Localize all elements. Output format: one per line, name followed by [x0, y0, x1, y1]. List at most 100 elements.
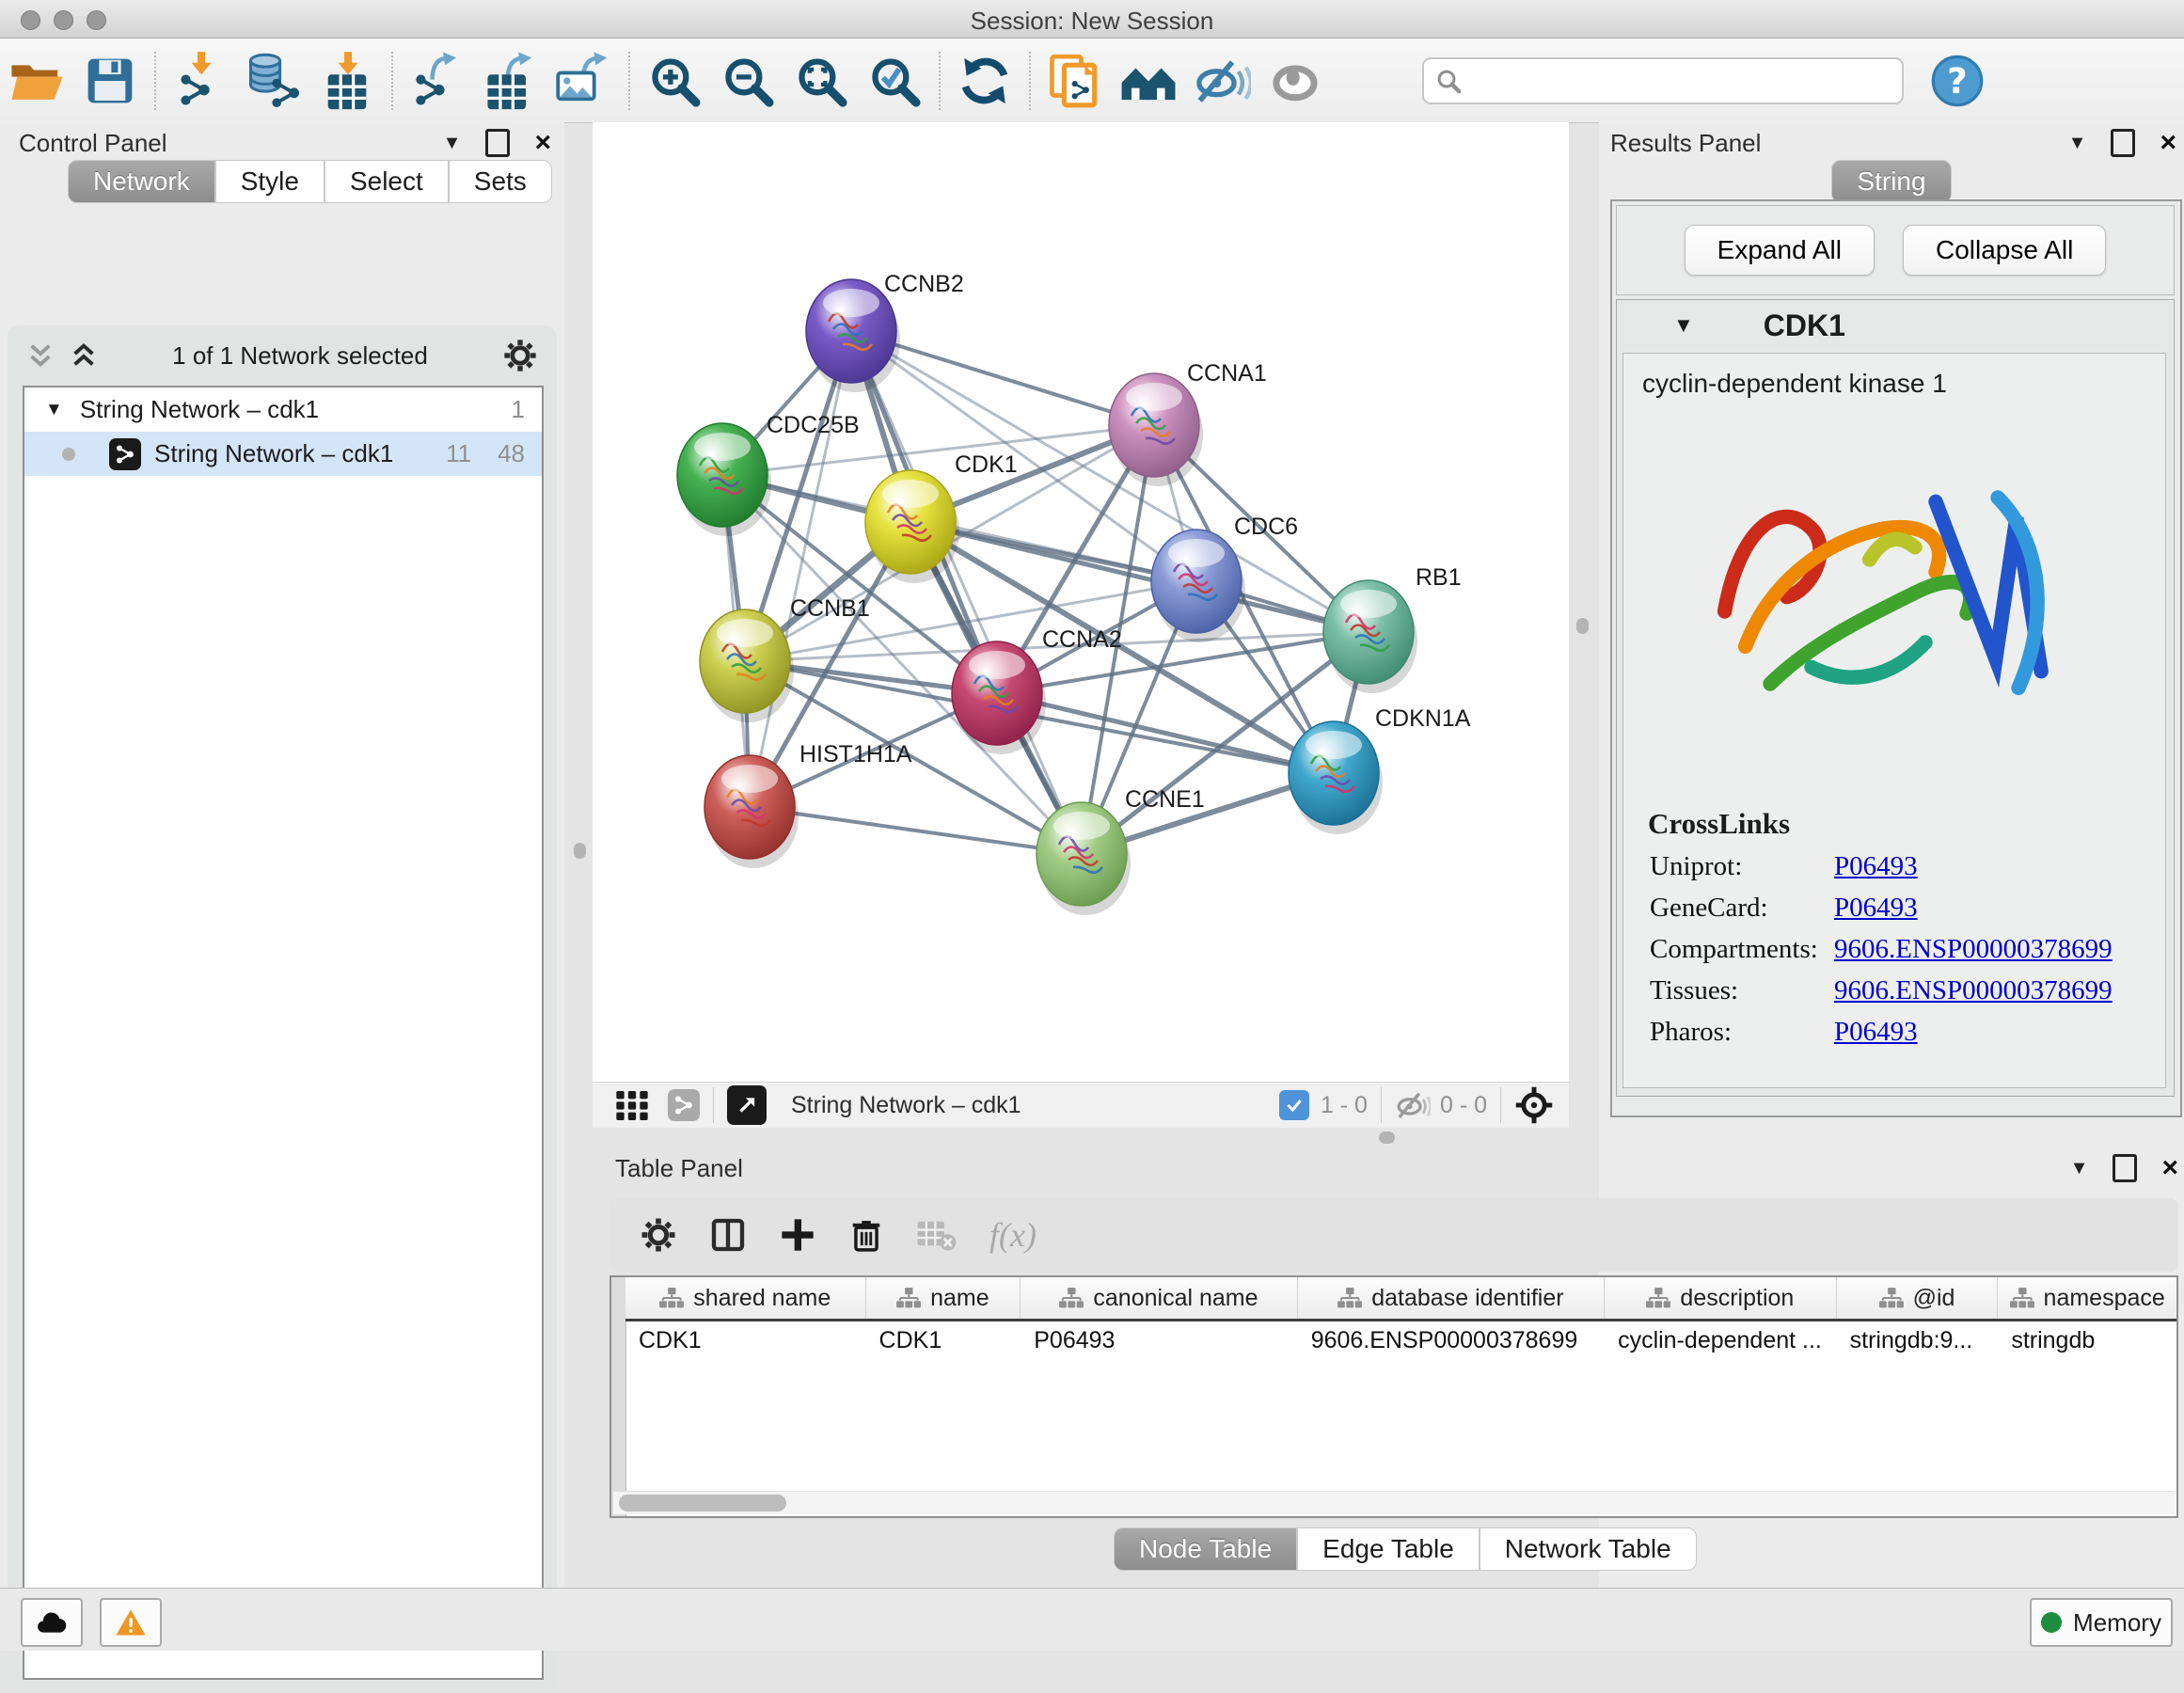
import-table-file-button[interactable] [310, 46, 384, 116]
search-input[interactable] [1422, 57, 1904, 104]
table-panel-collapse-icon[interactable]: ▼ [2070, 1158, 2089, 1179]
crosslink-row: GeneCard: P06493 [1650, 893, 2165, 924]
warning-status-button[interactable] [100, 1598, 162, 1647]
birdseye-crosshair-icon[interactable] [1514, 1085, 1554, 1125]
tab-network-table[interactable]: Network Table [1480, 1527, 1697, 1571]
grid-view-icon[interactable] [613, 1086, 651, 1124]
column-header[interactable]: canonical name [1021, 1277, 1297, 1319]
import-network-database-button[interactable] [237, 46, 310, 116]
gene-description: cyclin-dependent kinase 1 [1642, 369, 2165, 399]
import-network-file-button[interactable] [164, 46, 237, 116]
cell-canonical-name[interactable]: P06493 [1021, 1321, 1297, 1359]
save-session-button[interactable] [73, 46, 147, 116]
table-panel-float-icon[interactable] [2113, 1154, 2137, 1182]
network-options-gear-icon[interactable] [502, 338, 538, 373]
table-horizontal-scrollbar[interactable] [613, 1491, 2175, 1514]
results-panel-close-icon[interactable]: × [2160, 134, 2176, 152]
crosslink-link[interactable]: P06493 [1834, 851, 1918, 882]
scrollbar-thumb[interactable] [619, 1495, 786, 1511]
node-label-rb1: RB1 [1416, 564, 1462, 591]
string-home-button[interactable] [1112, 46, 1185, 116]
column-header[interactable]: description [1605, 1277, 1837, 1319]
bottom-splitter-handle[interactable] [1379, 1131, 1395, 1144]
main-toolbar: ? [0, 39, 2184, 123]
tab-network[interactable]: Network [68, 160, 215, 203]
column-header[interactable]: namespace [1998, 1277, 2176, 1319]
zoom-selected-button[interactable] [858, 46, 931, 116]
export-image-button[interactable] [547, 46, 621, 116]
tree-expand-icon[interactable]: ▼ [45, 400, 63, 420]
table-row[interactable]: CDK1 CDK1 P06493 9606.ENSP00000378699 cy… [625, 1321, 2176, 1359]
network-graph[interactable]: CCNB2CCNA1CDC25BCDK1CDC6RB1CCNB1CCNA2CDK… [593, 122, 1569, 1082]
document-share-icon [1046, 52, 1104, 110]
gene-collapse-icon[interactable]: ▼ [1673, 313, 1694, 338]
network-row-selected[interactable]: String Network – cdk1 11 48 [24, 432, 542, 476]
control-panel-collapse-icon[interactable]: ▼ [443, 133, 462, 154]
add-column-icon[interactable] [779, 1216, 816, 1254]
show-all-button[interactable] [1258, 46, 1332, 116]
collapse-all-button[interactable]: Collapse All [1903, 225, 2106, 276]
cell-shared-name[interactable]: CDK1 [625, 1321, 866, 1359]
left-splitter-handle[interactable] [574, 843, 586, 859]
crosslink-link[interactable]: P06493 [1834, 893, 1918, 924]
zoom-out-button[interactable] [711, 46, 784, 116]
tab-string[interactable]: String [1831, 160, 1951, 203]
refresh-button[interactable] [948, 46, 1021, 116]
export-network-button[interactable] [401, 46, 474, 116]
function-builder-icon[interactable]: f(x) [989, 1215, 1037, 1255]
table-options-gear-icon[interactable] [640, 1216, 677, 1254]
expand-all-icon[interactable] [70, 341, 98, 370]
zoom-fit-button[interactable] [784, 46, 858, 116]
expand-all-button[interactable]: Expand All [1685, 225, 1875, 276]
cell-namespace[interactable]: stringdb [1998, 1321, 2176, 1359]
memory-label: Memory [2073, 1608, 2161, 1638]
cell-id[interactable]: stringdb:9... [1837, 1321, 1999, 1359]
hidden-eye-slash-icon[interactable] [1395, 1089, 1431, 1121]
crosslink-link[interactable]: 9606.ENSP00000378699 [1834, 975, 2113, 1006]
zoom-in-button[interactable] [638, 46, 711, 116]
delete-column-trash-icon[interactable] [848, 1216, 884, 1254]
string-document-button[interactable] [1038, 46, 1112, 116]
control-panel-float-icon[interactable] [485, 129, 510, 157]
cloud-status-button[interactable] [21, 1598, 83, 1647]
tab-sets[interactable]: Sets [449, 160, 552, 203]
table-panel-close-icon[interactable]: × [2161, 1159, 2178, 1178]
help-button[interactable]: ? [1921, 46, 1994, 116]
delete-table-icon[interactable] [916, 1217, 957, 1253]
network-collection-row[interactable]: ▼ String Network – cdk1 1 [24, 388, 542, 432]
network-canvas[interactable]: CCNB2CCNA1CDC25BCDK1CDC6RB1CCNB1CCNA2CDK… [593, 122, 1569, 1082]
tab-node-table[interactable]: Node Table [1114, 1527, 1297, 1571]
control-panel-close-icon[interactable]: × [534, 134, 551, 152]
network-tree: ▼ String Network – cdk1 1 String Network… [23, 386, 544, 1680]
column-header[interactable]: name [866, 1277, 1021, 1319]
zoom-selected-icon [867, 54, 922, 108]
show-columns-icon[interactable] [709, 1216, 747, 1254]
right-splitter-handle[interactable] [1576, 618, 1589, 634]
results-panel-collapse-icon[interactable]: ▼ [2068, 133, 2087, 154]
tab-edge-table[interactable]: Edge Table [1297, 1527, 1480, 1571]
column-header[interactable]: shared name [625, 1277, 866, 1319]
crosslink-label: Pharos: [1650, 1017, 1834, 1048]
collection-name: String Network – cdk1 [80, 395, 319, 424]
gene-details: cyclin-dependent kinase 1 CrossLinks Uni… [1622, 353, 2166, 1088]
network-view-share-icon[interactable] [668, 1089, 700, 1121]
hide-selected-button[interactable] [1185, 46, 1258, 116]
tab-style[interactable]: Style [215, 160, 324, 203]
selected-checkbox-icon[interactable] [1279, 1090, 1309, 1120]
save-icon [84, 55, 136, 107]
tab-select[interactable]: Select [324, 160, 449, 203]
cell-description[interactable]: cyclin-dependent ... [1605, 1321, 1837, 1359]
collapse-all-icon[interactable] [26, 341, 55, 370]
export-view-icon[interactable] [727, 1085, 767, 1125]
cell-database-identifier[interactable]: 9606.ENSP00000378699 [1298, 1321, 1605, 1359]
export-table-button[interactable] [474, 46, 547, 116]
import-table-icon [317, 51, 377, 111]
column-header[interactable]: @id [1837, 1277, 1999, 1319]
open-session-button[interactable] [0, 46, 73, 116]
memory-button[interactable]: Memory [2030, 1598, 2173, 1647]
crosslink-link[interactable]: 9606.ENSP00000378699 [1834, 934, 2113, 965]
results-panel-float-icon[interactable] [2111, 129, 2135, 157]
cell-name[interactable]: CDK1 [866, 1321, 1021, 1359]
column-header[interactable]: database identifier [1298, 1277, 1605, 1319]
crosslink-link[interactable]: P06493 [1834, 1017, 1918, 1048]
